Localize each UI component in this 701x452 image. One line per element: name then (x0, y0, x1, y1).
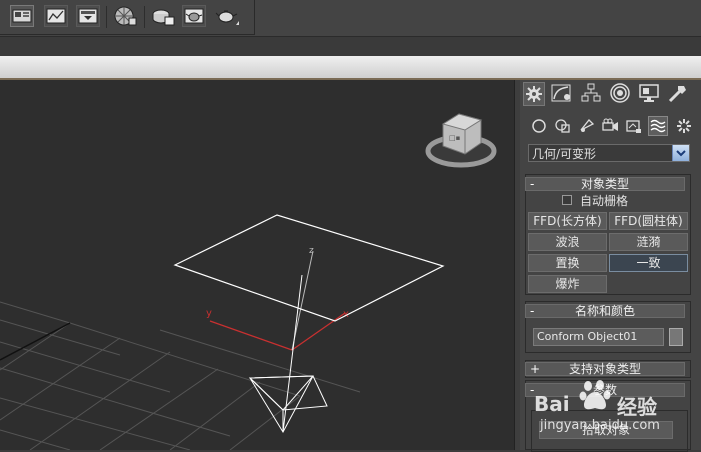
bomb-button[interactable]: 爆炸 (528, 275, 607, 293)
create-tab[interactable] (523, 82, 545, 106)
display-tab[interactable] (638, 82, 660, 106)
object-color-swatch[interactable] (669, 328, 683, 346)
systems-icon[interactable] (674, 116, 694, 136)
toolbar-strip (0, 36, 701, 57)
ripple-button[interactable]: 涟漪 (609, 233, 688, 251)
object-type-rollout-header[interactable]: - 对象类型 (525, 177, 685, 191)
render-toolbar-group (0, 0, 255, 35)
collapse-icon: - (530, 304, 535, 318)
object-name-input[interactable]: Conform Object01 (533, 328, 664, 346)
y-axis-line (291, 312, 346, 351)
conform-direction-arrow[interactable] (248, 274, 328, 434)
ffd-cyl-button[interactable]: FFD(圆柱体) (609, 212, 688, 230)
utilities-tab[interactable] (666, 82, 688, 106)
cameras-icon[interactable] (600, 116, 620, 136)
command-panel-tabs (520, 80, 701, 110)
chevron-down-icon[interactable] (672, 145, 689, 161)
category-dropdown[interactable]: 几何/可变形 (528, 144, 690, 162)
axis-label-x: y (206, 308, 212, 319)
render-shortcut-teapot-icon[interactable] (214, 5, 239, 27)
collapse-icon: - (530, 177, 535, 191)
autogrid-label: 自动栅格 (580, 194, 629, 208)
watermark-url: jingyan.baidu.com (540, 418, 660, 433)
conform-button[interactable]: 一致 (609, 254, 688, 272)
motion-tab[interactable] (609, 82, 631, 106)
x-axis-line (209, 320, 293, 351)
modify-tab[interactable] (550, 82, 572, 106)
render-setup-icon[interactable] (10, 5, 34, 27)
support-object-rollout-header[interactable]: + 支持对象类型 (525, 362, 685, 376)
perspective-viewport[interactable]: y x z □▪ (0, 80, 514, 450)
hierarchy-tab[interactable] (580, 82, 602, 106)
rendered-frame-window-icon[interactable] (44, 5, 68, 27)
displace-button[interactable]: 置换 (528, 254, 607, 272)
geometry-icon[interactable] (529, 116, 549, 136)
name-color-rollout-header[interactable]: - 名称和颜色 (525, 304, 685, 318)
wave-button[interactable]: 波浪 (528, 233, 607, 251)
render-teapot-icon[interactable] (182, 5, 206, 27)
helpers-icon[interactable] (624, 116, 644, 136)
baidu-paw-icon (579, 380, 611, 410)
render-production-icon[interactable] (76, 5, 100, 27)
material-editor-icon[interactable] (112, 5, 137, 27)
viewport-scene: y x z □▪ (0, 113, 497, 450)
shapes-icon[interactable] (553, 116, 573, 136)
viewcube-icon[interactable]: □▪ (425, 113, 497, 168)
autogrid-checkbox[interactable] (562, 195, 572, 205)
category-dropdown-value: 几何/可变形 (532, 147, 597, 161)
ribbon-strip (0, 56, 701, 80)
ffd-box-button[interactable]: FFD(长方体) (528, 212, 607, 230)
space-warps-icon[interactable] (648, 116, 668, 136)
create-subcategories (520, 114, 701, 138)
svg-text:□▪: □▪ (449, 134, 461, 142)
main-toolbar (0, 0, 701, 36)
grid-axis-line (0, 322, 71, 361)
watermark-brand-2: 经验 (617, 395, 657, 419)
lights-icon[interactable] (577, 116, 597, 136)
watermark-brand: Bai (534, 392, 570, 416)
axis-label-z: z (309, 246, 314, 256)
render-iterative-icon[interactable] (150, 5, 175, 27)
expand-icon: + (530, 362, 541, 376)
